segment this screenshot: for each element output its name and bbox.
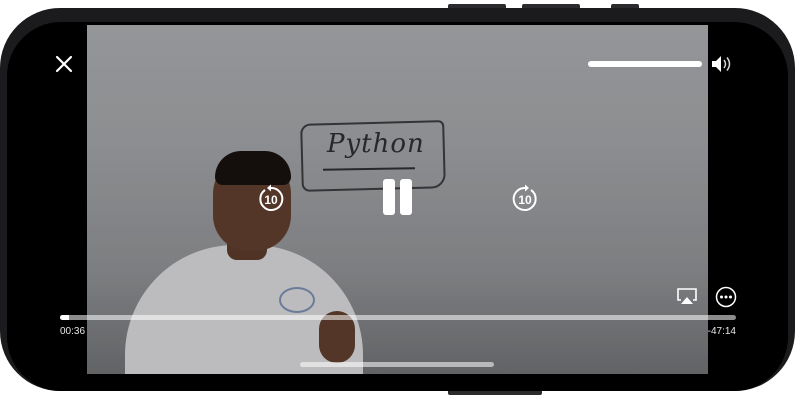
more-options-icon <box>715 286 737 308</box>
skip-forward-button[interactable]: 10 <box>509 183 541 215</box>
pause-bar-left <box>383 179 395 215</box>
skip-back-label: 10 <box>264 193 278 207</box>
close-icon <box>55 55 73 73</box>
pause-bar-right <box>400 179 412 215</box>
airplay-button[interactable] <box>676 286 698 306</box>
close-button[interactable] <box>53 53 75 75</box>
phone-screenshot: Python 10 10 00:36 -47:14 <box>0 0 795 400</box>
volume-slider[interactable] <box>588 61 702 67</box>
elapsed-time: 00:36 <box>60 326 86 337</box>
home-indicator[interactable] <box>300 362 494 367</box>
volume-slider-fill <box>588 61 702 67</box>
volume-button[interactable] <box>710 54 736 74</box>
pause-button[interactable] <box>380 179 416 217</box>
airplay-icon <box>677 288 697 304</box>
remaining-time: -47:14 <box>707 326 736 337</box>
more-options-button[interactable] <box>715 286 737 308</box>
speaker-volume-icon <box>712 56 731 72</box>
playback-scrubber-fill <box>60 315 69 320</box>
skip-back-button[interactable]: 10 <box>255 183 287 215</box>
skip-forward-label: 10 <box>518 193 532 207</box>
playback-scrubber[interactable] <box>60 315 736 320</box>
